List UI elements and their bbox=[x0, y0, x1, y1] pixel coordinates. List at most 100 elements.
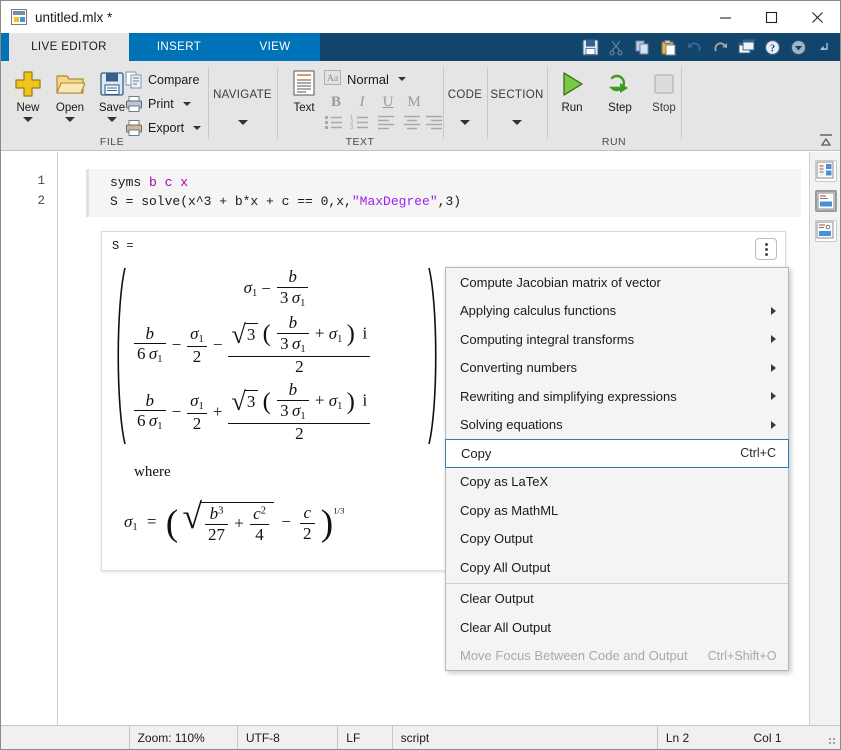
collapse-ribbon-icon[interactable] bbox=[818, 132, 834, 148]
navigate-dropdown-caret[interactable] bbox=[237, 120, 248, 125]
tab-insert[interactable]: INSERT bbox=[129, 33, 229, 61]
svg-text:?: ? bbox=[770, 43, 775, 54]
status-column: Col 1 bbox=[753, 730, 782, 745]
ribbon-group-text: Text Aa Normal B I U M 123 TEXT bbox=[279, 61, 442, 151]
numbered-list-button[interactable]: 123 bbox=[349, 113, 371, 133]
minimize-button[interactable] bbox=[702, 1, 748, 33]
menu-item-label: Copy All Output bbox=[460, 559, 551, 575]
menu-item-clear-all-output[interactable]: Clear All Output bbox=[446, 613, 788, 642]
menu-item-clear-output[interactable]: Clear Output bbox=[446, 585, 788, 614]
redo-icon[interactable] bbox=[708, 36, 732, 58]
ribbon-group-section[interactable]: SECTION bbox=[489, 61, 545, 151]
italic-button[interactable]: I bbox=[351, 91, 373, 113]
copy-icon[interactable] bbox=[630, 36, 654, 58]
resize-grip[interactable] bbox=[826, 726, 840, 749]
status-line: Ln 2 bbox=[656, 726, 746, 749]
align-right-button[interactable] bbox=[423, 113, 445, 133]
code-dropdown-caret[interactable] bbox=[460, 120, 470, 125]
section-dropdown-caret[interactable] bbox=[512, 120, 522, 125]
dock-layout-output-inline-icon[interactable] bbox=[815, 190, 837, 212]
undo-icon[interactable] bbox=[682, 36, 706, 58]
menu-item-applying-calculus[interactable]: Applying calculus functions bbox=[446, 297, 788, 326]
help-icon[interactable]: ? bbox=[760, 36, 784, 58]
ribbon-group-navigate[interactable]: NAVIGATE bbox=[210, 61, 275, 151]
code-cell[interactable]: syms b c x S = solve(x^3 + b*x + c == 0,… bbox=[86, 169, 801, 217]
solution-matrix: σ1 − b3 σ1 b6 σ1 − σ1 2 − √ 3 (b 3 σ1 +… bbox=[112, 256, 442, 456]
menu-item-solving-equations[interactable]: Solving equations bbox=[446, 411, 788, 440]
underline-button[interactable]: U bbox=[377, 91, 399, 113]
ribbon-separator-5 bbox=[547, 67, 548, 139]
open-dropdown-caret[interactable] bbox=[65, 117, 75, 122]
status-zoom[interactable]: Zoom: 110% bbox=[128, 726, 237, 749]
align-center-button[interactable] bbox=[401, 113, 423, 133]
export-button-label: Export bbox=[148, 121, 185, 135]
bulleted-list-button[interactable] bbox=[323, 113, 345, 133]
matrix-row-1: σ1 − b3 σ1 bbox=[128, 267, 426, 310]
menu-item-rewriting-simplifying[interactable]: Rewriting and simplifying expressions bbox=[446, 382, 788, 411]
status-file-type[interactable]: script bbox=[391, 726, 657, 749]
menu-item-label: Copy bbox=[461, 445, 492, 461]
status-encoding[interactable]: UTF-8 bbox=[236, 726, 337, 749]
bold-button[interactable]: B bbox=[325, 91, 347, 113]
run-button[interactable]: Run bbox=[549, 67, 595, 114]
dock-layout-outline-icon[interactable] bbox=[815, 160, 837, 182]
menu-item-copy-all-output[interactable]: Copy All Output bbox=[446, 553, 788, 582]
menu-item-converting-numbers[interactable]: Converting numbers bbox=[446, 354, 788, 383]
close-button[interactable] bbox=[794, 1, 840, 33]
menu-item-copy-as-latex[interactable]: Copy as LaTeX bbox=[446, 468, 788, 497]
tab-view[interactable]: VIEW bbox=[229, 33, 321, 61]
compare-button[interactable]: Compare bbox=[125, 69, 199, 91]
ribbon-group-code[interactable]: CODE bbox=[445, 61, 485, 151]
save-icon[interactable] bbox=[578, 36, 602, 58]
menu-item-label: Clear All Output bbox=[460, 619, 552, 635]
menu-item-label: Rewriting and simplifying expressions bbox=[460, 388, 677, 404]
run-button-label: Run bbox=[561, 102, 583, 114]
status-line-ending[interactable]: LF bbox=[337, 726, 391, 749]
export-dropdown-caret[interactable] bbox=[193, 126, 202, 130]
menu-item-compute-jacobian[interactable]: Compute Jacobian matrix of vector bbox=[446, 268, 788, 297]
menu-item-copy-as-mathml[interactable]: Copy as MathML bbox=[446, 496, 788, 525]
line-number-2: 2 bbox=[37, 194, 45, 208]
output-variable-label: S = bbox=[112, 239, 134, 253]
menu-item-label: Solving equations bbox=[460, 417, 563, 433]
style-label: Normal bbox=[347, 71, 389, 87]
print-dropdown-caret[interactable] bbox=[182, 102, 191, 106]
step-button[interactable]: Step bbox=[597, 67, 643, 114]
new-dropdown-caret[interactable] bbox=[23, 117, 33, 122]
new-button-label: New bbox=[16, 102, 40, 114]
submenu-arrow-icon bbox=[771, 306, 776, 315]
paste-icon[interactable] bbox=[656, 36, 680, 58]
cut-icon[interactable] bbox=[604, 36, 628, 58]
save-dropdown-caret[interactable] bbox=[107, 117, 117, 122]
print-icon bbox=[125, 95, 143, 113]
menu-item-copy-output[interactable]: Copy Output bbox=[446, 525, 788, 554]
line-number-gutter: 1 2 bbox=[1, 152, 58, 725]
expand-qat-icon[interactable] bbox=[812, 36, 836, 58]
style-aa-icon: Aa bbox=[324, 70, 342, 88]
print-button[interactable]: Print bbox=[125, 93, 191, 115]
compare-button-label: Compare bbox=[148, 73, 200, 87]
window-controls bbox=[702, 1, 840, 33]
submenu-arrow-icon bbox=[771, 363, 776, 372]
dock-layout-output-right-icon[interactable] bbox=[815, 220, 837, 242]
open-button[interactable]: Open bbox=[47, 67, 93, 122]
new-button[interactable]: New bbox=[5, 67, 51, 122]
menu-item-integral-transforms[interactable]: Computing integral transforms bbox=[446, 325, 788, 354]
text-button[interactable]: Text bbox=[281, 67, 327, 114]
style-dropdown-caret[interactable] bbox=[397, 77, 406, 81]
output-context-menu[interactable]: Compute Jacobian matrix of vector Applyi… bbox=[445, 267, 789, 671]
menu-item-copy[interactable]: Copy Ctrl+C bbox=[445, 439, 789, 468]
ribbon-separator-4 bbox=[487, 67, 488, 139]
monospace-button[interactable]: M bbox=[403, 91, 425, 113]
section-label: SECTION bbox=[490, 89, 544, 101]
window-layout-icon[interactable] bbox=[734, 36, 758, 58]
customize-icon[interactable] bbox=[786, 36, 810, 58]
output-options-icon[interactable] bbox=[755, 238, 777, 260]
text-button-label: Text bbox=[293, 102, 315, 114]
code-line-1: syms b c x bbox=[110, 175, 189, 190]
style-dropdown[interactable]: Aa Normal bbox=[324, 68, 406, 90]
submenu-arrow-icon bbox=[771, 392, 776, 401]
maximize-button[interactable] bbox=[748, 1, 794, 33]
align-left-button[interactable] bbox=[375, 113, 397, 133]
tab-live-editor[interactable]: LIVE EDITOR bbox=[9, 33, 129, 61]
